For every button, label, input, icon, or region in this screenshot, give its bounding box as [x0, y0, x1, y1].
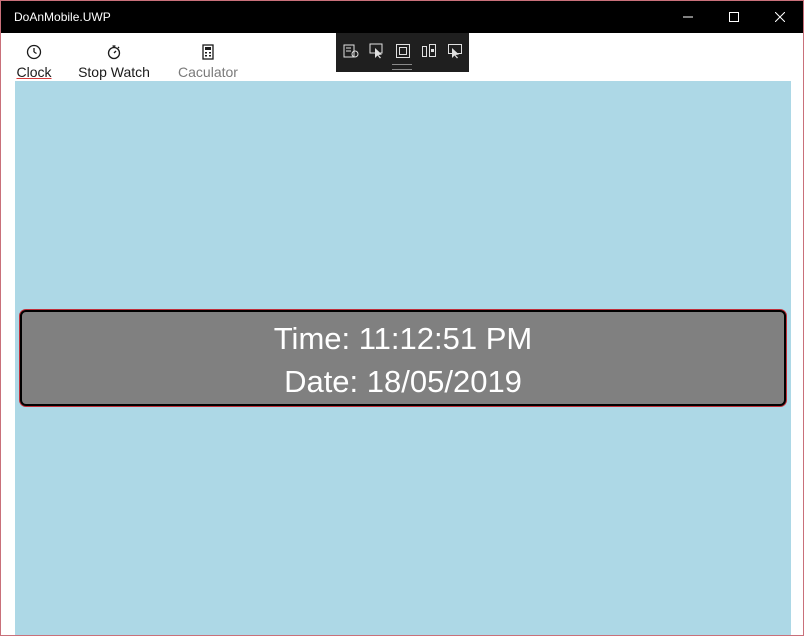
- minimize-button[interactable]: [665, 1, 711, 33]
- nav-item-label: Caculator: [178, 64, 238, 80]
- nav-item-stopwatch[interactable]: Stop Watch: [75, 43, 153, 81]
- display-layout-adorners-icon: [396, 44, 410, 58]
- toolbar-grip[interactable]: [392, 64, 412, 70]
- stopwatch-icon: [107, 45, 121, 60]
- nav-item-clock[interactable]: Clock: [15, 43, 53, 81]
- preview-selection-button[interactable]: [445, 41, 465, 61]
- track-focus-button[interactable]: [419, 41, 439, 61]
- minimize-icon: [683, 16, 693, 18]
- window-title: DoAnMobile.UWP: [14, 10, 111, 24]
- clock-icon: [26, 44, 42, 60]
- maximize-button[interactable]: [711, 1, 757, 33]
- app-window: DoAnMobile.UWP Clock Stop Watch Caculato…: [0, 0, 804, 636]
- live-visual-tree-button[interactable]: [341, 41, 361, 61]
- nav-item-calculator[interactable]: Caculator: [175, 43, 241, 81]
- display-layout-adorners-button[interactable]: [393, 41, 413, 61]
- preview-selection-icon: [448, 44, 462, 59]
- select-element-button[interactable]: [367, 41, 387, 61]
- nav-item-label: Clock: [16, 64, 52, 80]
- time-display: Time: 11:12:51 PM: [273, 321, 533, 356]
- clock-page: Time: 11:12:51 PM Date: 18/05/2019: [15, 81, 791, 635]
- title-bar[interactable]: DoAnMobile.UWP: [1, 1, 803, 33]
- track-focus-icon: [422, 44, 436, 57]
- maximize-icon: [729, 12, 739, 22]
- time-date-panel: Time: 11:12:51 PM Date: 18/05/2019: [20, 310, 786, 406]
- live-visual-tree-icon: [343, 44, 359, 58]
- close-button[interactable]: [757, 1, 803, 33]
- calculator-icon: [202, 44, 214, 60]
- debug-toolbar: [336, 33, 469, 72]
- nav-item-label: Stop Watch: [78, 64, 150, 80]
- close-icon: [775, 12, 785, 22]
- select-element-icon: [369, 43, 383, 59]
- date-display: Date: 18/05/2019: [284, 364, 522, 399]
